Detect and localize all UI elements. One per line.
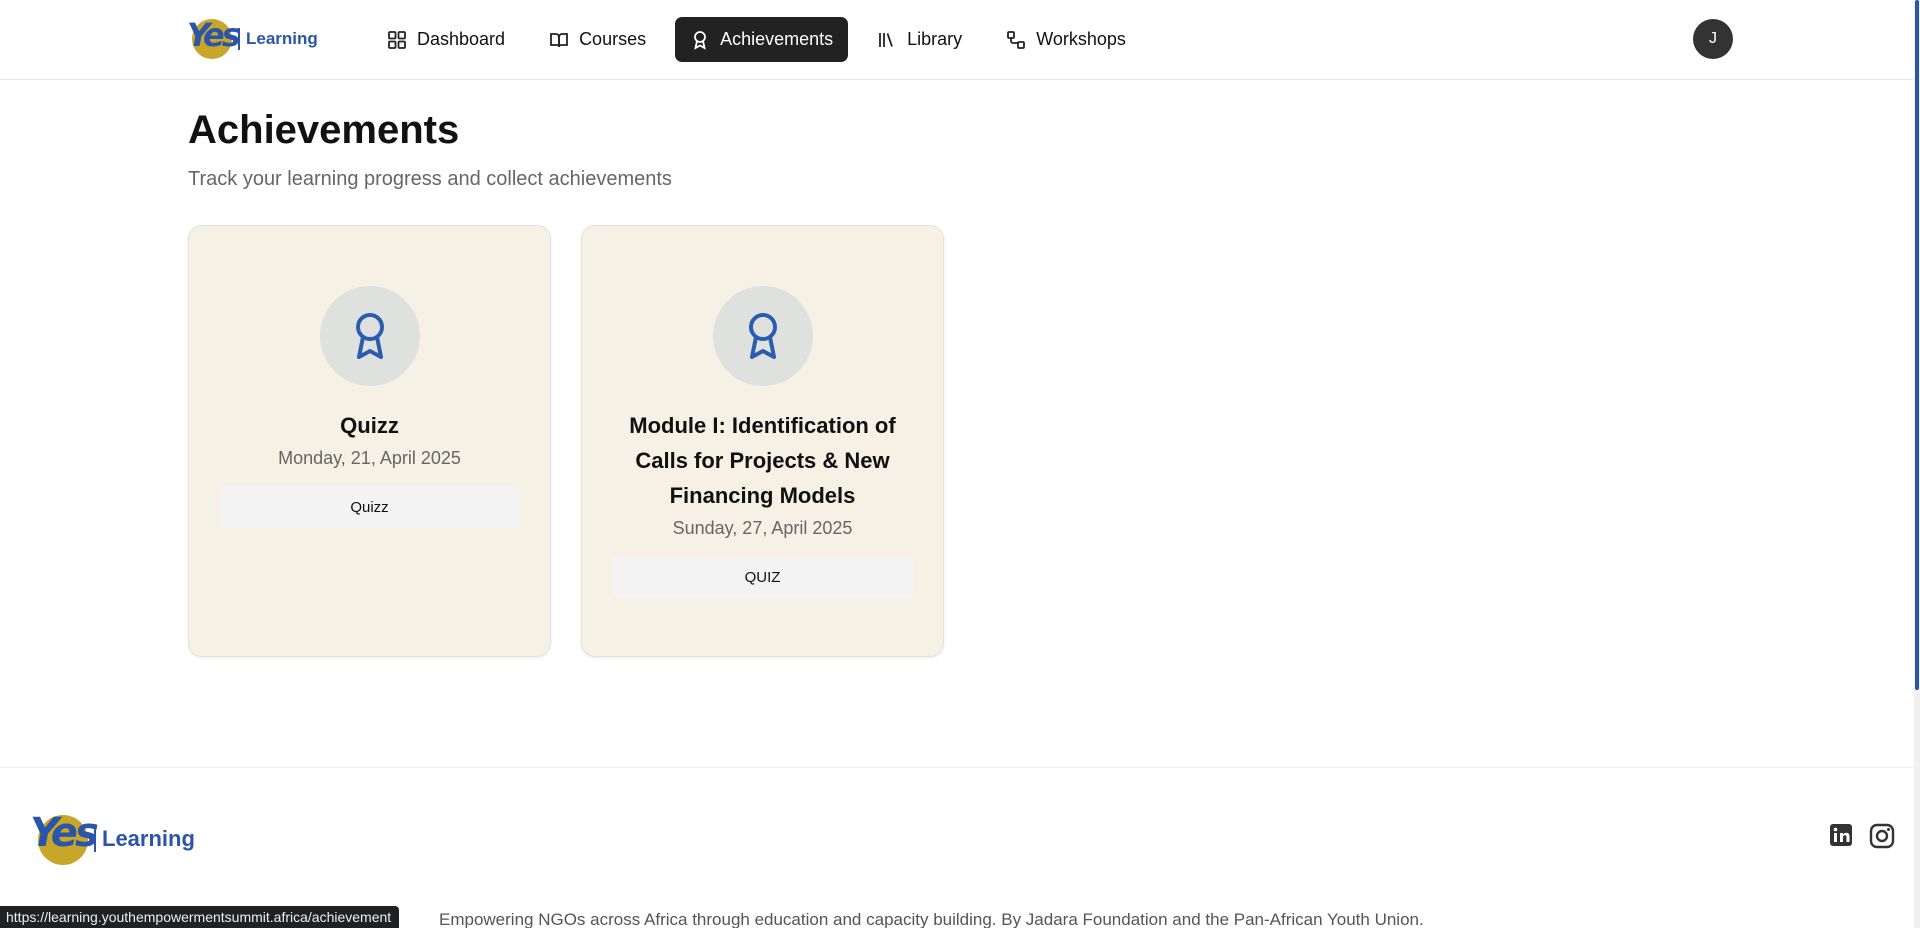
linkedin-icon[interactable] <box>1828 822 1856 850</box>
achievement-card[interactable]: Quizz Monday, 21, April 2025 Quizz <box>188 225 551 657</box>
footer-description: Empowering NGOs across Africa through ed… <box>439 910 1424 928</box>
grid-icon <box>388 30 406 49</box>
book-icon <box>550 32 568 47</box>
nav-label: Dashboard <box>417 29 506 49</box>
library-icon <box>879 32 894 47</box>
achievement-badge <box>320 286 420 386</box>
card-date: Sunday, 27, April 2025 <box>672 518 853 538</box>
workflow-icon <box>1007 30 1026 49</box>
award-icon <box>694 30 706 50</box>
link-preview-status: https://learning.youthempowermentsummit.… <box>0 906 400 928</box>
scrollbar[interactable] <box>1914 0 1920 928</box>
logo-mark: Yes <box>186 16 241 61</box>
user-avatar[interactable]: J <box>1693 19 1733 59</box>
page-subtitle: Track your learning progress and collect… <box>188 168 672 190</box>
nav-label: Achievements <box>720 29 834 49</box>
logo[interactable]: Yes Learning <box>186 16 318 61</box>
footer-divider <box>0 767 1914 768</box>
nav-item-courses[interactable]: Courses <box>534 17 661 62</box>
card-title: Quizz <box>340 413 399 438</box>
footer-logo[interactable]: Yes Learning <box>30 810 195 866</box>
logo-text: Learning <box>102 826 195 851</box>
nav-item-dashboard[interactable]: Dashboard <box>372 17 520 62</box>
nav-label: Workshops <box>1036 29 1126 49</box>
instagram-icon[interactable] <box>1868 822 1896 850</box>
award-icon <box>749 313 777 359</box>
achievement-badge <box>713 286 813 386</box>
award-icon <box>356 313 384 359</box>
nav-item-achievements[interactable]: Achievements <box>675 17 849 62</box>
scrollbar-thumb[interactable] <box>1915 0 1919 690</box>
nav-label: Courses <box>579 29 647 49</box>
main-nav: Dashboard Courses Achievements Library W… <box>372 17 1155 62</box>
card-tag: Quizz <box>219 486 520 528</box>
nav-item-workshops[interactable]: Workshops <box>991 17 1141 62</box>
page-title: Achievements <box>188 108 460 152</box>
nav-item-library[interactable]: Library <box>862 17 977 62</box>
card-date: Monday, 21, April 2025 <box>278 448 461 468</box>
nav-label: Library <box>907 29 963 49</box>
achievement-card[interactable]: Module I: Identification of Calls for Pr… <box>581 225 944 657</box>
top-navigation-bar: Yes Learning Dashboard Courses Achieveme… <box>0 0 1914 80</box>
logo-text: Learning <box>246 29 318 48</box>
logo-mark: Yes <box>30 810 99 866</box>
card-title: Module I: Identification of Calls for Pr… <box>629 413 896 508</box>
card-tag: QUIZ <box>612 556 913 598</box>
